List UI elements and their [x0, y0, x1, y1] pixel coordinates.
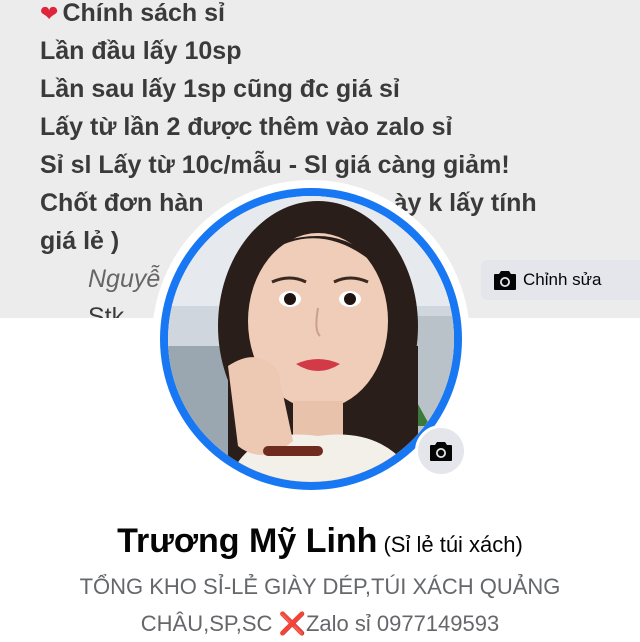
camera-icon — [430, 442, 452, 461]
avatar — [168, 196, 454, 482]
cover-line-5: Sỉ sl Lấy từ 10c/mẫu - Sl giá càng giảm! — [40, 151, 510, 179]
edit-cover-label: Chỉnh sửa — [523, 270, 602, 289]
change-profile-picture-button[interactable] — [415, 425, 467, 477]
heart-icon: ❤ — [40, 1, 59, 26]
cover-line-3: Lần sau lấy 1sp cũng đc giá sỉ — [40, 75, 400, 103]
bio-line-2: CHÂU,SP,SC ❌Zalo sỉ 0977149593 — [140, 611, 500, 636]
profile-bio: TỔNG KHO SỈ-LẺ GIÀY DÉP,TÚI XÁCH QUẢNG C… — [0, 568, 640, 642]
cross-mark-icon: ❌ — [278, 611, 306, 636]
profile-alternate-name: (Sỉ lẻ túi xách) — [383, 532, 523, 557]
bio-line-1: TỔNG KHO SỈ-LẺ GIÀY DÉP,TÚI XÁCH QUẢNG — [79, 574, 561, 599]
camera-icon — [494, 271, 516, 290]
avatar-image — [168, 196, 454, 482]
profile-name: Trương Mỹ Linh — [117, 522, 378, 560]
cover-line-2: Lần đầu lấy 10sp — [40, 37, 242, 65]
profile-name-row: Trương Mỹ Linh (Sỉ lẻ túi xách) — [0, 522, 640, 561]
cover-line-1: ❤ Chính sách sỉ — [40, 0, 225, 27]
edit-cover-button[interactable]: Chỉnh sửa — [481, 260, 640, 300]
cover-line-4: Lấy từ lần 2 được thêm vào zalo sỉ — [40, 113, 453, 141]
